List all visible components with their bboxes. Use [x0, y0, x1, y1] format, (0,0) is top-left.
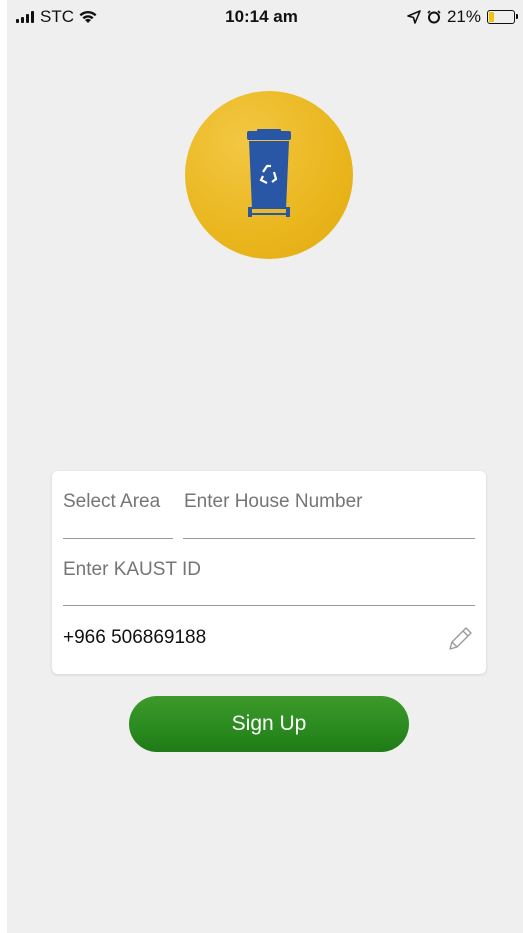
house-number-underline	[183, 538, 475, 539]
house-number-field[interactable]	[184, 491, 474, 513]
battery-icon	[487, 10, 518, 24]
kaust-id-underline	[63, 605, 475, 606]
battery-level	[489, 12, 495, 22]
area-underline	[63, 538, 173, 539]
alarm-icon	[427, 10, 441, 24]
kaust-id-field[interactable]	[63, 559, 473, 581]
sign-up-button[interactable]: Sign Up	[129, 696, 409, 752]
location-arrow-icon	[407, 10, 421, 24]
battery-percent: 21%	[446, 7, 481, 26]
recycle-bin-icon	[247, 129, 291, 217]
phone-number: +966 506869188	[63, 627, 207, 648]
edit-phone-button[interactable]	[446, 623, 476, 653]
pencil-icon	[449, 627, 472, 650]
app-logo	[185, 91, 353, 259]
select-area-field[interactable]	[63, 491, 175, 513]
status-bar: STC 10:14 am 21%	[0, 0, 523, 32]
signup-form-card: +966 506869188	[52, 471, 486, 674]
status-right: 21%	[407, 7, 518, 27]
